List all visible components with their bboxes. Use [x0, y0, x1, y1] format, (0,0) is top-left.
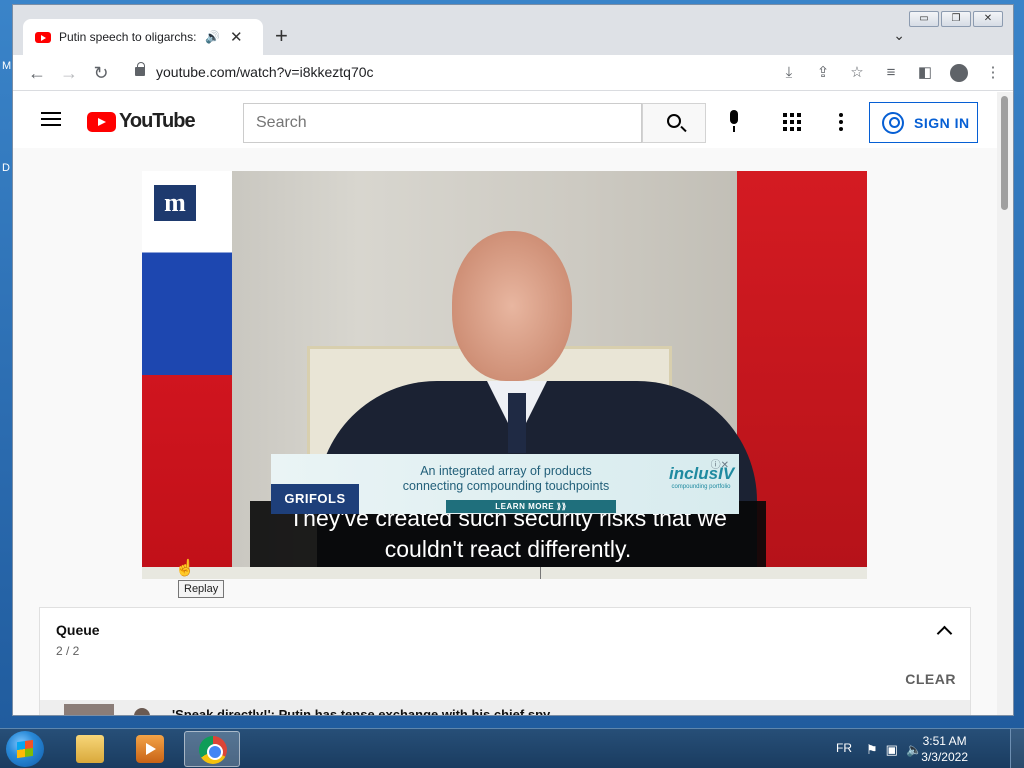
star-icon[interactable]: ☆ — [845, 61, 869, 85]
system-tray: ⚑ ▣ 🔈 — [866, 742, 922, 758]
more-options-icon[interactable] — [839, 113, 843, 131]
taskbar-media-player[interactable] — [122, 731, 178, 767]
ad-line: connecting compounding touchpoints — [402, 479, 610, 493]
youtube-favicon-icon — [35, 31, 51, 43]
window-controls: ▭ ❐ ✕ — [909, 11, 1003, 27]
chevron-up-icon[interactable] — [936, 625, 953, 642]
maximize-button[interactable]: ❐ — [941, 11, 971, 27]
menu-icon[interactable]: ⋮ — [981, 61, 1005, 85]
tab-close-button[interactable]: ✕ — [230, 28, 243, 46]
russian-flag-left — [142, 171, 232, 579]
user-circle-icon — [882, 111, 904, 134]
side-panel-icon[interactable]: ◧ — [913, 61, 937, 85]
queue-item-title[interactable]: 'Speak directly!': Putin has tense excha… — [172, 707, 550, 715]
chrome-icon — [199, 736, 227, 764]
progress-bar[interactable] — [142, 567, 867, 579]
hand-cursor-icon: ☝ — [175, 560, 195, 577]
install-icon[interactable]: ⤓ — [777, 61, 801, 85]
search-input[interactable] — [244, 104, 641, 142]
taskbar: FR ⚑ ▣ 🔈 3:51 AM 3/3/2022 — [0, 728, 1024, 768]
video-player[interactable]: m They've created such security risks th… — [142, 171, 867, 579]
tab-search-chevron-icon[interactable]: ⌄ — [893, 27, 905, 44]
folder-icon — [76, 735, 104, 763]
ad-brand: GRIFOLS — [271, 484, 359, 514]
queue-count: 2 / 2 — [56, 644, 80, 658]
ad-learn-more-button[interactable]: LEARN MORE ⟫⟫ — [446, 500, 616, 513]
queue-panel: Queue 2 / 2 CLEAR 'Speak directly!': Put… — [39, 607, 971, 715]
toolbar-actions: ⤓ ⇪ ☆ ≡ ◧ ⋮ — [777, 61, 1005, 85]
desktop-icon-label: M — [2, 60, 12, 72]
show-desktop-button[interactable] — [1010, 729, 1024, 768]
start-button[interactable] — [6, 731, 44, 767]
minimize-button[interactable]: ▭ — [909, 11, 939, 27]
tab-strip: Putin speech to oligarchs: Ru 🔊 ✕ + ⌄ ▭ … — [13, 5, 1013, 55]
speaker-icon[interactable]: 🔊 — [205, 30, 220, 44]
masthead: YouTube SIGN IN — [13, 92, 997, 148]
youtube-logo[interactable]: YouTube — [87, 110, 196, 133]
forward-arrow-icon[interactable]: → — [57, 61, 81, 85]
replay-tooltip: Replay — [178, 580, 225, 598]
network-icon[interactable]: ▣ — [886, 742, 898, 758]
speaker-head — [452, 231, 572, 381]
media-queue-icon[interactable]: ≡ — [879, 61, 903, 85]
reload-icon[interactable]: ↻ — [89, 61, 113, 85]
sign-in-button[interactable]: SIGN IN — [869, 102, 978, 143]
speaker-tie — [508, 393, 526, 453]
youtube-page: YouTube SIGN IN m — [13, 92, 997, 715]
address-bar[interactable]: youtube.com/watch?v=i8kkeztq70c — [156, 64, 374, 80]
browser-window: Putin speech to oligarchs: Ru 🔊 ✕ + ⌄ ▭ … — [12, 4, 1014, 716]
media-player-icon — [136, 735, 164, 763]
browser-toolbar: ← → ↻ youtube.com/watch?v=i8kkeztq70c ⤓ … — [13, 55, 1013, 91]
ad-logo-tag: compounding portfolio — [671, 484, 731, 490]
microphone-icon[interactable] — [725, 110, 743, 136]
publisher-logo: m — [154, 185, 196, 221]
list-item[interactable]: 'Speak directly!': Putin has tense excha… — [40, 700, 970, 715]
ad-line: An integrated array of products — [420, 464, 592, 478]
ad-copy: An integrated array of products connecti… — [371, 464, 641, 494]
hamburger-menu-icon[interactable] — [41, 112, 61, 126]
ad-close-icon[interactable]: ⓘ✕ — [711, 456, 729, 471]
volume-icon[interactable]: 🔈 — [906, 742, 922, 758]
logo-text: YouTube — [119, 110, 196, 132]
tab-title: Putin speech to oligarchs: Ru — [59, 30, 199, 44]
search-icon — [667, 114, 681, 128]
clock-date: 3/3/2022 — [921, 750, 968, 764]
taskbar-chrome[interactable] — [184, 731, 240, 767]
queue-clear-button[interactable]: CLEAR — [905, 671, 956, 687]
scrollbar-thumb[interactable] — [1001, 96, 1008, 210]
sign-in-label: SIGN IN — [914, 114, 970, 131]
search-field[interactable] — [243, 103, 642, 143]
close-window-button[interactable]: ✕ — [973, 11, 1003, 27]
caption-line: couldn't react differently. — [384, 536, 632, 562]
clock-time: 3:51 AM — [922, 734, 967, 748]
queue-title: Queue — [56, 622, 100, 638]
back-arrow-icon[interactable]: ← — [25, 61, 49, 85]
avatar — [950, 64, 968, 82]
video-thumbnail[interactable] — [64, 704, 114, 715]
share-icon[interactable]: ⇪ — [811, 61, 835, 85]
lock-icon[interactable] — [135, 62, 145, 76]
search-button[interactable] — [642, 103, 706, 143]
apps-grid-icon[interactable] — [783, 113, 801, 131]
page-scrollbar[interactable] — [997, 92, 1013, 715]
action-center-icon[interactable]: ⚑ — [866, 742, 878, 758]
youtube-play-icon — [87, 111, 116, 132]
desktop-icon-label: D — [2, 162, 10, 174]
profile-icon[interactable] — [947, 61, 971, 85]
overlay-ad[interactable]: GRIFOLS An integrated array of products … — [271, 454, 739, 514]
new-tab-button[interactable]: + — [275, 23, 288, 49]
browser-tab[interactable]: Putin speech to oligarchs: Ru 🔊 ✕ — [23, 19, 263, 55]
channel-avatar — [134, 708, 150, 715]
taskbar-explorer[interactable] — [62, 731, 118, 767]
clock[interactable]: 3:51 AM 3/3/2022 — [921, 733, 968, 765]
language-indicator[interactable]: FR — [836, 741, 852, 755]
